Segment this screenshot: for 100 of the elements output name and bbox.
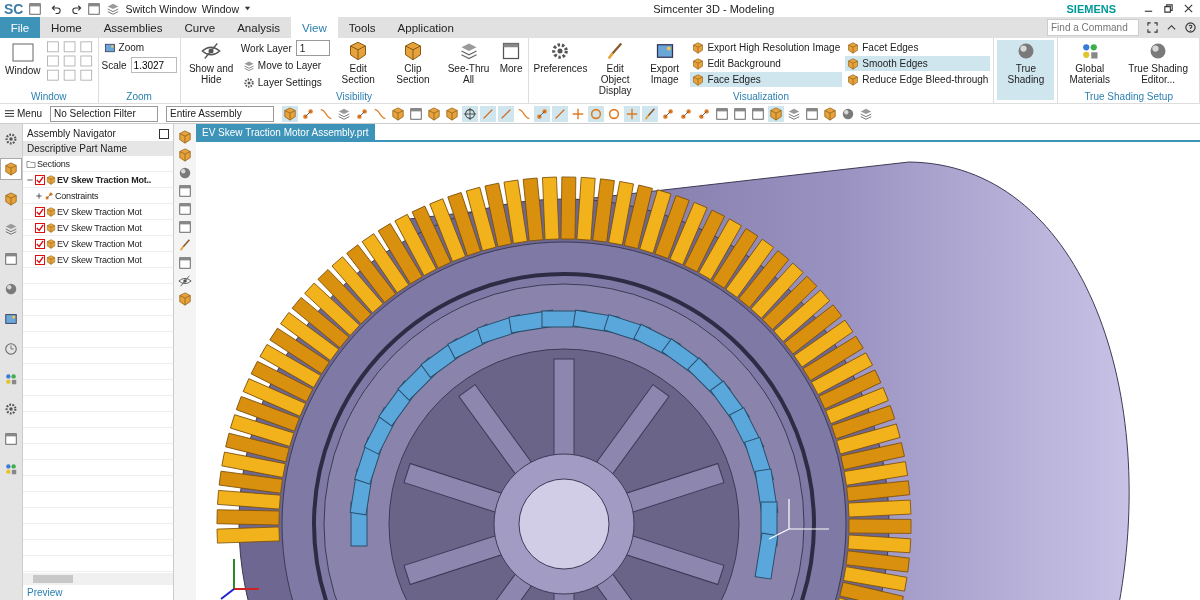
move-to-layer-button[interactable]: Move to Layer [240, 58, 330, 73]
true-shading-editor-button[interactable]: True Shading Editor... [1120, 40, 1196, 86]
toolbar-button[interactable] [768, 105, 784, 122]
tree-row[interactable]: Constraints [23, 188, 173, 204]
help-icon[interactable] [1185, 22, 1196, 33]
cube-icon [692, 41, 705, 54]
zoom-button[interactable]: Zoom [101, 40, 147, 55]
toolbar-button[interactable] [426, 105, 442, 122]
horizontal-scrollbar[interactable] [23, 573, 173, 585]
view-tool-button[interactable] [178, 292, 192, 306]
group-label: Window [30, 91, 68, 103]
tree-row[interactable]: EV Skew Traction Mot [23, 220, 173, 236]
ribbon-tab[interactable]: Analysis [226, 17, 291, 38]
true-shading-button[interactable]: True Shading [997, 40, 1055, 100]
checkbox[interactable] [35, 254, 45, 265]
expand-icon[interactable] [35, 191, 43, 200]
ribbon-button[interactable]: Edit Object Display [591, 40, 639, 97]
tree-row[interactable]: EV Skew Traction Mot [23, 236, 173, 252]
preview-panel-header[interactable]: Preview [23, 585, 173, 600]
view-tool-button[interactable] [178, 274, 192, 288]
ribbon-tab[interactable]: Home [40, 17, 93, 38]
scale-field[interactable]: 1.3027 [130, 57, 177, 73]
ribbon-button[interactable]: Preferences [531, 40, 590, 75]
toolbar-button[interactable] [282, 105, 298, 122]
ribbon-tab[interactable]: Application [386, 17, 465, 38]
selection-filter-dropdown[interactable]: No Selection Filter [50, 105, 158, 122]
layers-icon [859, 106, 873, 121]
close-icon[interactable] [1183, 3, 1194, 14]
checkbox[interactable] [35, 222, 45, 233]
toolbar-button[interactable] [480, 105, 496, 122]
see-thru-button[interactable]: See-Thru All [441, 40, 496, 86]
ribbon-tab[interactable]: Curve [173, 17, 227, 38]
ribbon-toggle-button[interactable]: Face Edges [690, 72, 843, 87]
toolbar-button[interactable] [444, 105, 460, 122]
toolbar-button[interactable] [750, 105, 766, 122]
cube-icon [692, 73, 705, 86]
resource-bar-tab[interactable] [0, 158, 22, 180]
axis-triad-icon [220, 558, 260, 600]
tree-row[interactable]: EV Skew Traction Mot [23, 252, 173, 268]
collapse-ribbon-icon[interactable] [1166, 22, 1177, 33]
toolbar-button[interactable] [642, 105, 658, 122]
ribbon-tab[interactable]: Tools [337, 17, 387, 38]
maximize-icon[interactable] [159, 128, 169, 139]
window-menu-button[interactable]: Window [201, 2, 239, 15]
toolbar-button[interactable] [498, 105, 514, 122]
checkbox[interactable] [35, 174, 45, 185]
view-tool-button[interactable] [178, 202, 192, 216]
clip-section-button[interactable]: Clip Section [386, 40, 440, 86]
column-header[interactable]: Descriptive Part Name [23, 141, 173, 156]
part-icon [46, 222, 56, 233]
settings-icon [550, 41, 571, 61]
view-tool-button[interactable] [178, 238, 192, 252]
toolbar-button[interactable] [534, 105, 550, 122]
toolbar-button[interactable] [408, 105, 424, 122]
global-materials-button[interactable]: Global Materials [1061, 40, 1119, 86]
window-button[interactable]: Window [3, 40, 43, 77]
view-tool-button[interactable] [178, 220, 192, 234]
toolbar-button[interactable] [714, 105, 730, 122]
search-field[interactable]: Find a Command [1047, 19, 1139, 36]
layer-settings-button[interactable]: Layer Settings [240, 75, 330, 90]
ribbon-toggle-button[interactable]: Facet Edges [845, 40, 991, 55]
undo-icon[interactable] [51, 3, 63, 14]
switch-window-button[interactable]: Switch Window [125, 2, 197, 15]
cube-icon [178, 130, 192, 144]
ribbon-toggle-button[interactable]: Edit Background [690, 56, 843, 71]
brush-icon [643, 106, 657, 121]
ribbon-toggle-button[interactable]: Export High Resolution Image [690, 40, 843, 55]
ribbon-button[interactable]: Export Image [640, 40, 689, 86]
toolbar-button[interactable] [804, 105, 820, 122]
tree-row[interactable]: EV Skew Traction Mot.. [23, 172, 173, 188]
edit-section-button[interactable]: Edit Section [331, 40, 385, 86]
view-tool-button[interactable] [178, 148, 192, 162]
tree-row[interactable]: EV Skew Traction Mot [23, 204, 173, 220]
toolbar-button[interactable] [462, 105, 478, 122]
ribbon-toggle-button[interactable]: Smooth Edges [845, 56, 991, 71]
checkbox[interactable] [35, 206, 45, 217]
view-tool-button[interactable] [178, 130, 192, 144]
toolbar-button[interactable] [552, 105, 568, 122]
menu-icon[interactable] [4, 108, 15, 119]
scope-dropdown[interactable]: Entire Assembly [166, 105, 274, 122]
ribbon-toggle-button[interactable]: Reduce Edge Bleed-through [845, 72, 991, 87]
tree-row[interactable]: Sections [23, 156, 173, 172]
show-and-hide-button[interactable]: Show and Hide [183, 40, 239, 86]
redo-icon[interactable] [71, 3, 83, 14]
ribbon-tab[interactable]: Assemblies [92, 17, 174, 38]
ribbon-tab[interactable]: View [291, 17, 338, 38]
toolbar-button[interactable] [732, 105, 748, 122]
fullscreen-icon[interactable] [1147, 22, 1158, 33]
more-button[interactable]: More [497, 40, 525, 75]
view-tool-button[interactable] [178, 184, 192, 198]
checkbox[interactable] [35, 238, 45, 249]
toolbar-button[interactable] [390, 105, 406, 122]
dropdown-caret-icon[interactable] [244, 5, 251, 12]
work-layer-dropdown[interactable]: 1 [295, 40, 330, 56]
scale-label: Scale [101, 59, 127, 71]
toolbar-button[interactable] [822, 105, 838, 122]
restore-icon[interactable] [1163, 3, 1174, 14]
menu-button[interactable]: Menu [17, 108, 42, 119]
view-tool-button[interactable] [178, 256, 192, 270]
view-tool-button[interactable] [178, 166, 192, 180]
